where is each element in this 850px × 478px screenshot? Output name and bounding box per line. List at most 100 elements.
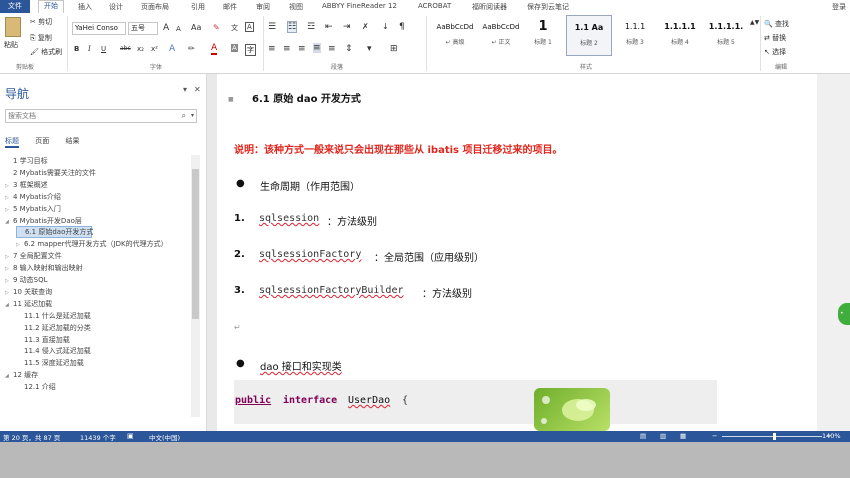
zoom-slider[interactable] xyxy=(722,436,822,437)
style-gallery-item[interactable]: 1.1.1.1 标题 4 xyxy=(657,15,703,56)
style-gallery-item-selected[interactable]: 1.1 Aa 标题 2 xyxy=(566,15,612,56)
web-layout-icon[interactable]: ▦ xyxy=(680,432,686,440)
side-float-button[interactable]: • xyxy=(838,303,850,325)
tab-pages[interactable]: 页面 xyxy=(35,137,49,145)
outline-item[interactable]: ▷ 8 输入映射和输出映射 xyxy=(5,262,83,274)
collapse-icon[interactable]: ◢ xyxy=(5,299,13,311)
nav-search-input[interactable]: 搜索文档 ⌕ ▾ xyxy=(5,109,197,123)
shading-icon[interactable]: ▾ xyxy=(367,44,372,54)
strikethrough-button[interactable]: abc xyxy=(120,45,131,52)
line-spacing-icon[interactable]: ⇕ xyxy=(345,44,353,54)
enclose-char-icon[interactable]: 字 xyxy=(245,44,256,56)
borders-icon[interactable]: ⊞ xyxy=(390,44,398,54)
align-center-icon[interactable]: ≡ xyxy=(283,44,291,54)
language[interactable]: 中文(中国) xyxy=(149,432,180,442)
read-mode-icon[interactable]: ▤ xyxy=(640,432,646,440)
superscript-button[interactable]: x² xyxy=(151,45,158,53)
nav-scroll-thumb[interactable] xyxy=(192,169,199,319)
subscript-button[interactable]: x₂ xyxy=(137,45,144,53)
tab-headings[interactable]: 标题 xyxy=(5,137,19,148)
outline-item[interactable]: ▷ 10 关联查询 xyxy=(5,286,52,298)
outline-item[interactable]: ▷ 6.2 mapper代理开发方式（JDK的代理方式） xyxy=(16,238,168,250)
italic-button[interactable]: I xyxy=(88,45,91,53)
format-painter-icon[interactable]: 🖌 格式刷 xyxy=(30,47,62,57)
outline-item[interactable]: ◢ 11 延迟加载 xyxy=(5,298,52,310)
outline-item[interactable]: 11.1 什么是延迟加载 xyxy=(16,310,91,322)
outline-item[interactable]: ▷ 9 动态SQL xyxy=(5,274,48,286)
align-right-icon[interactable]: ≡ xyxy=(298,44,306,54)
collapse-icon[interactable]: ◢ xyxy=(5,370,13,382)
show-marks-icon[interactable]: ¶ xyxy=(399,22,405,32)
outline-item[interactable]: 2 Mybatis需要关注的文件 xyxy=(5,167,96,179)
tab-acrobat[interactable]: ACROBAT xyxy=(418,2,451,10)
clear-format-icon[interactable]: ✎ xyxy=(213,23,220,32)
styles-more-icon[interactable]: ▲▼ xyxy=(750,19,759,26)
paste-icon[interactable] xyxy=(5,17,21,37)
outline-item[interactable]: ▷ 3 框架概述 xyxy=(5,179,48,191)
outline-item[interactable]: 11.3 直接加载 xyxy=(16,334,70,346)
justify-icon[interactable]: ≡ xyxy=(313,43,321,53)
zoom-out-icon[interactable]: − xyxy=(712,432,717,440)
sort-icon[interactable]: ↓ xyxy=(382,22,389,31)
align-left-icon[interactable]: ≡ xyxy=(268,44,276,54)
nav-options-icon[interactable]: ▾ xyxy=(183,85,187,94)
outline-item[interactable]: ▷ 4 Mybatis介绍 xyxy=(5,191,61,203)
proofing-icon[interactable]: ▣ xyxy=(127,432,134,440)
chinese-layout-icon[interactable]: ✗ xyxy=(362,22,369,31)
chevron-down-icon[interactable]: ▾ xyxy=(191,110,194,122)
zoom-thumb[interactable] xyxy=(773,433,776,440)
login-link[interactable]: 登录 xyxy=(832,2,846,12)
text-effect-icon[interactable]: A xyxy=(169,44,175,54)
outline-item[interactable]: 1 学习目标 xyxy=(5,155,48,167)
outline-item[interactable]: ◢ 6 Mybatis开发Dao层 xyxy=(5,215,82,227)
style-gallery-item[interactable]: AaBbCcDd ↵ 高级 xyxy=(432,15,478,56)
tab-references[interactable]: 引用 xyxy=(191,2,205,12)
grow-font-icon[interactable]: A xyxy=(163,23,169,33)
tab-view[interactable]: 视图 xyxy=(289,2,303,12)
copy-icon[interactable]: ⎘ 复制 xyxy=(30,33,52,43)
style-gallery-item[interactable]: 1.1.1 标题 3 xyxy=(612,15,658,56)
outline-item[interactable]: 6.1 原始dao开发方式 xyxy=(16,226,93,239)
font-name-select[interactable]: YaHei Conso xyxy=(72,22,126,35)
tab-design[interactable]: 设计 xyxy=(109,2,123,12)
change-case-icon[interactable]: Aa xyxy=(191,23,201,32)
bold-button[interactable]: B xyxy=(74,45,79,53)
multilevel-list-icon[interactable]: ☲ xyxy=(307,22,315,32)
underline-button[interactable]: U xyxy=(101,45,106,53)
char-shading-icon[interactable]: A xyxy=(231,44,238,52)
bullets-icon[interactable]: ☰ xyxy=(268,22,276,32)
tab-cloud-note[interactable]: 保存到云笔记 xyxy=(527,2,569,12)
nav-scrollbar[interactable] xyxy=(191,155,200,417)
tab-review[interactable]: 审阅 xyxy=(256,2,270,12)
distribute-icon[interactable]: ≡ xyxy=(328,44,336,54)
select-icon[interactable]: ↖ 选择 xyxy=(764,47,786,57)
char-border-icon[interactable]: A xyxy=(245,22,254,32)
highlight-icon[interactable]: ✏ xyxy=(188,44,195,53)
phonetic-icon[interactable]: 文 xyxy=(231,23,238,33)
page-count[interactable]: 第 20 页，共 87 页 xyxy=(3,432,60,442)
zoom-level[interactable]: 140% xyxy=(822,432,841,440)
outline-item[interactable]: 12.1 介绍 xyxy=(16,381,56,393)
tab-home[interactable]: 开始 xyxy=(38,0,64,13)
outline-item[interactable]: 11.4 侵入式延迟加载 xyxy=(16,345,91,357)
outline-item[interactable]: ▷ 5 Mybatis入门 xyxy=(5,203,61,215)
font-size-select[interactable]: 五号 xyxy=(128,22,158,35)
tab-abbyy[interactable]: ABBYY FineReader 12 xyxy=(322,2,397,10)
outline-item[interactable]: ▷ 7 全局配置文件 xyxy=(5,250,62,262)
shrink-font-icon[interactable]: A xyxy=(176,25,181,33)
cut-icon[interactable]: ✂ 剪切 xyxy=(30,17,52,27)
outline-item[interactable]: 11.5 深度延迟加载 xyxy=(16,357,84,369)
outline-item[interactable]: 11.2 延迟加载的分类 xyxy=(16,322,91,334)
tab-layout[interactable]: 页面布局 xyxy=(141,2,169,12)
search-icon[interactable]: ⌕ xyxy=(182,110,186,122)
tab-foxit[interactable]: 福昕阅读器 xyxy=(472,2,507,12)
word-count[interactable]: 11439 个字 xyxy=(80,432,116,442)
outline-item[interactable]: ◢ 12 缓存 xyxy=(5,369,38,381)
file-tab[interactable]: 文件 xyxy=(0,0,30,13)
tab-results[interactable]: 结果 xyxy=(65,137,79,145)
collapse-icon[interactable]: ◢ xyxy=(5,216,13,228)
decrease-indent-icon[interactable]: ⇤ xyxy=(325,22,333,32)
print-layout-icon[interactable]: ▥ xyxy=(660,432,666,440)
numbering-icon[interactable]: ☷ xyxy=(287,21,298,33)
replace-icon[interactable]: ⇄ 替换 xyxy=(764,33,786,43)
